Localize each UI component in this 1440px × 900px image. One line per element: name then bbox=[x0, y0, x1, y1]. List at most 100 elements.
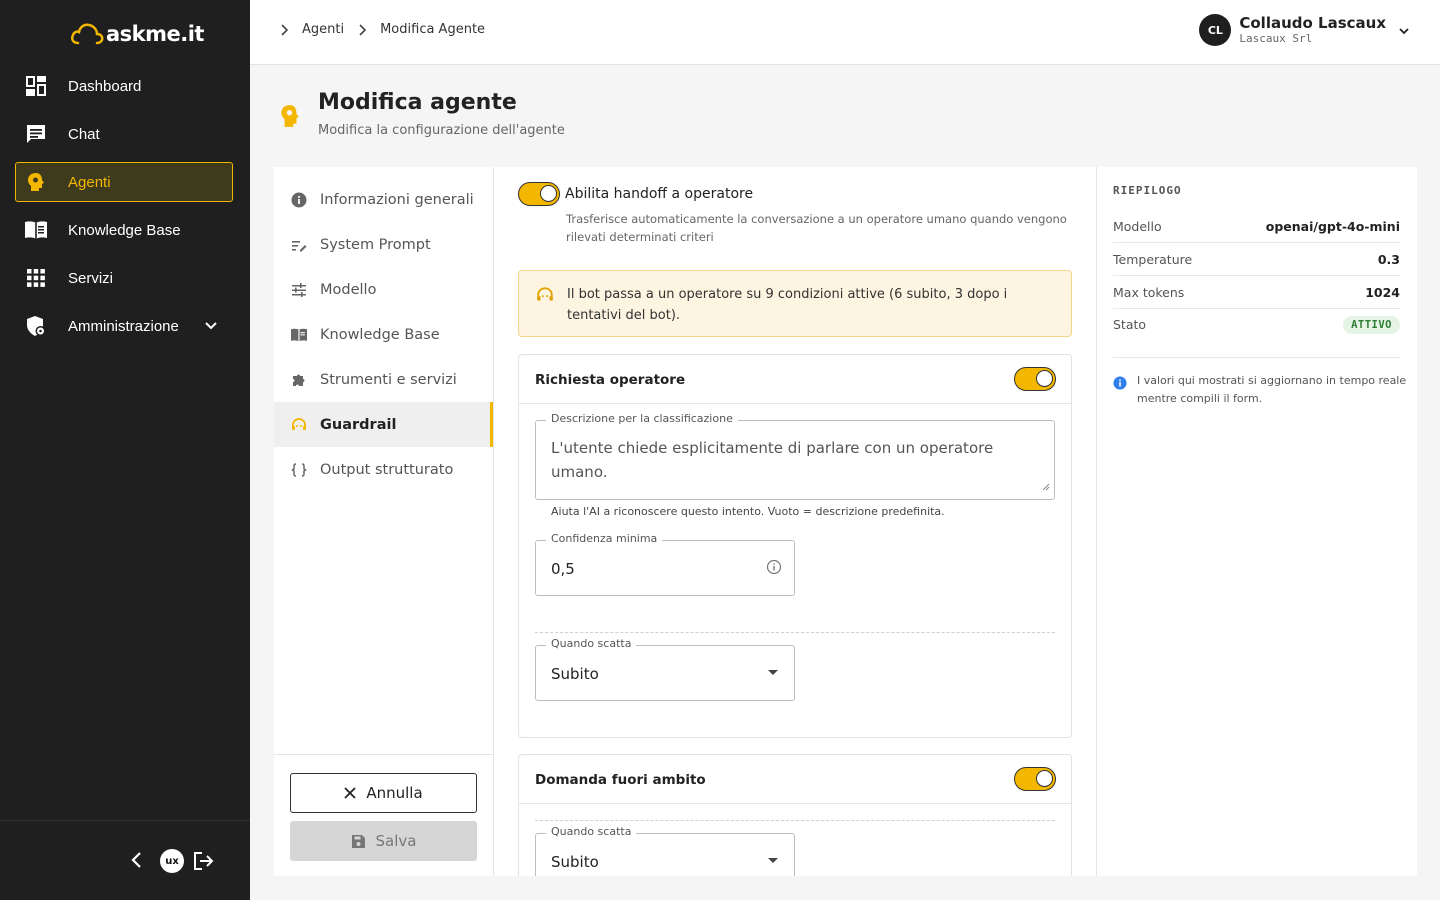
rule-header: Richiesta operatore bbox=[519, 355, 1071, 404]
field-label: Descrizione per la classificazione bbox=[546, 412, 738, 425]
braces-icon bbox=[290, 461, 308, 479]
book-icon bbox=[290, 326, 308, 344]
rule-title: Richiesta operatore bbox=[535, 372, 686, 388]
sidebar-item-knowledge-base[interactable]: Knowledge Base bbox=[15, 210, 233, 250]
section-tab-system-prompt[interactable]: System Prompt bbox=[274, 222, 493, 267]
sidebar-item-chat[interactable]: Chat bbox=[15, 114, 233, 154]
page-title: Modifica agente bbox=[318, 90, 517, 115]
cancel-label: Annulla bbox=[366, 784, 423, 802]
summary-value: openai/gpt-4o-mini bbox=[1265, 218, 1400, 234]
handoff-toggle[interactable] bbox=[518, 182, 560, 206]
sidebar-item-amministrazione[interactable]: Amministrazione bbox=[15, 306, 233, 346]
summary-key: Modello bbox=[1113, 218, 1162, 234]
dashed-divider bbox=[535, 632, 1055, 633]
summary-row: Stato ATTIVO bbox=[1113, 308, 1400, 341]
agent-editor-card: Informazioni generali System Prompt Mode… bbox=[274, 167, 1417, 876]
section-nav: Informazioni generali System Prompt Mode… bbox=[274, 177, 493, 492]
field-helper: Aiuta l'AI a riconoscere questo intento.… bbox=[551, 505, 945, 518]
sidebar-item-agenti[interactable]: Agenti bbox=[15, 162, 233, 202]
field-value: Subito bbox=[551, 665, 599, 683]
breadcrumb: Agenti Modifica Agente bbox=[280, 22, 499, 37]
field-label: Confidenza minima bbox=[546, 532, 663, 545]
dashboard-icon bbox=[24, 74, 48, 98]
breadcrumb-item[interactable]: Agenti bbox=[302, 22, 344, 37]
save-button[interactable]: Salva bbox=[290, 821, 477, 861]
resize-handle-icon[interactable] bbox=[1042, 476, 1050, 495]
info-outline-icon[interactable] bbox=[766, 559, 782, 579]
summary-value: 1024 bbox=[1365, 284, 1400, 300]
support-agent-icon bbox=[290, 416, 308, 434]
toggle-knob bbox=[1036, 770, 1053, 787]
admin-shield-icon bbox=[24, 314, 48, 338]
classification-description-textarea[interactable]: Descrizione per la classificazione L'ute… bbox=[535, 412, 1055, 500]
confidence-input[interactable]: Confidenza minima 0,5 bbox=[535, 532, 795, 596]
sidebar-item-label: Dashboard bbox=[68, 77, 142, 95]
top-bar: Agenti Modifica Agente CL Collaudo Lasca… bbox=[250, 0, 1440, 65]
section-label: Modello bbox=[320, 281, 377, 298]
logout-icon[interactable] bbox=[193, 851, 215, 875]
section-tab-knowledge-base[interactable]: Knowledge Base bbox=[274, 312, 493, 357]
handoff-description: Trasferisce automaticamente la conversaz… bbox=[566, 212, 1067, 244]
sidebar-item-label: Agenti bbox=[68, 173, 111, 191]
summary-key: Max tokens bbox=[1113, 284, 1185, 300]
alert-text: Il bot passa a un operatore su 9 condizi… bbox=[567, 287, 1008, 323]
info-icon bbox=[1113, 375, 1127, 394]
trigger-select[interactable]: Quando scatta Subito bbox=[535, 825, 795, 876]
brand-name: askme.it bbox=[106, 22, 204, 46]
section-tab-modello[interactable]: Modello bbox=[274, 267, 493, 312]
summary-note-text: I valori qui mostrati si aggiornano in t… bbox=[1137, 374, 1407, 405]
rule-toggle[interactable] bbox=[1014, 767, 1056, 791]
section-label: Informazioni generali bbox=[320, 191, 474, 208]
save-icon bbox=[351, 834, 366, 849]
rule-card: Domanda fuori ambito Quando scatta Subit… bbox=[518, 754, 1072, 876]
field-value: Subito bbox=[551, 853, 599, 871]
info-icon bbox=[290, 191, 308, 209]
chevron-down-icon[interactable] bbox=[1398, 21, 1410, 40]
summary-value: 0.3 bbox=[1377, 251, 1400, 267]
section-tab-guardrail[interactable]: Guardrail bbox=[274, 402, 493, 447]
chevron-right-icon bbox=[358, 23, 368, 37]
section-label: System Prompt bbox=[320, 236, 431, 253]
section-tab-output-strutturato[interactable]: Output strutturato bbox=[274, 447, 493, 492]
sidebar-item-label: Chat bbox=[68, 125, 100, 143]
section-tab-strumenti-e-servizi[interactable]: Strumenti e servizi bbox=[274, 357, 493, 402]
dropdown-arrow-icon bbox=[768, 858, 778, 863]
trigger-select[interactable]: Quando scatta Subito bbox=[535, 637, 795, 701]
user-name: Collaudo Lascaux bbox=[1239, 14, 1386, 32]
rule-title: Domanda fuori ambito bbox=[535, 772, 706, 788]
sidebar-item-label: Amministrazione bbox=[68, 317, 179, 335]
rule-card: Richiesta operatore Descrizione per la c… bbox=[518, 354, 1072, 738]
brand-logo[interactable]: askme.it bbox=[70, 18, 204, 50]
close-icon bbox=[344, 787, 356, 799]
sidebar: askme.it Dashboard Chat Agenti Knowledge… bbox=[0, 0, 250, 900]
summary-row: Max tokens 1024 bbox=[1113, 276, 1400, 309]
rule-toggle[interactable] bbox=[1014, 367, 1056, 391]
chevron-right-icon bbox=[280, 23, 290, 37]
toggle-knob bbox=[1036, 370, 1053, 387]
form-actions: Annulla Salva bbox=[274, 754, 493, 876]
cancel-button[interactable]: Annulla bbox=[290, 773, 477, 813]
sidebar-item-servizi[interactable]: Servizi bbox=[15, 258, 233, 298]
sidebar-item-dashboard[interactable]: Dashboard bbox=[15, 66, 233, 106]
section-tab-informazioni-generali[interactable]: Informazioni generali bbox=[274, 177, 493, 222]
rule-header: Domanda fuori ambito bbox=[519, 755, 1071, 804]
user-menu[interactable]: CL Collaudo Lascaux Lascaux Srl bbox=[1199, 14, 1410, 46]
chevron-down-icon[interactable] bbox=[204, 318, 218, 337]
grid-icon bbox=[24, 266, 48, 290]
page-subtitle: Modifica la configurazione dell'agente bbox=[318, 123, 565, 138]
summary-row: Modello openai/gpt-4o-mini bbox=[1113, 210, 1400, 243]
ux-logo-icon[interactable]: ux bbox=[160, 849, 184, 873]
user-org: Lascaux Srl bbox=[1239, 32, 1313, 45]
agent-icon bbox=[278, 103, 302, 133]
chevron-left-icon[interactable] bbox=[130, 851, 144, 873]
book-icon bbox=[24, 218, 48, 242]
sidebar-footer: ux bbox=[0, 820, 250, 900]
section-label: Strumenti e servizi bbox=[320, 371, 457, 388]
sidebar-nav: Dashboard Chat Agenti Knowledge Base Ser… bbox=[15, 66, 233, 354]
puzzle-icon bbox=[290, 371, 308, 389]
avatar: CL bbox=[1199, 14, 1232, 46]
dashed-divider bbox=[535, 820, 1055, 821]
status-badge: ATTIVO bbox=[1343, 315, 1400, 334]
summary-key: Temperature bbox=[1113, 251, 1193, 267]
prompt-icon bbox=[290, 236, 308, 254]
